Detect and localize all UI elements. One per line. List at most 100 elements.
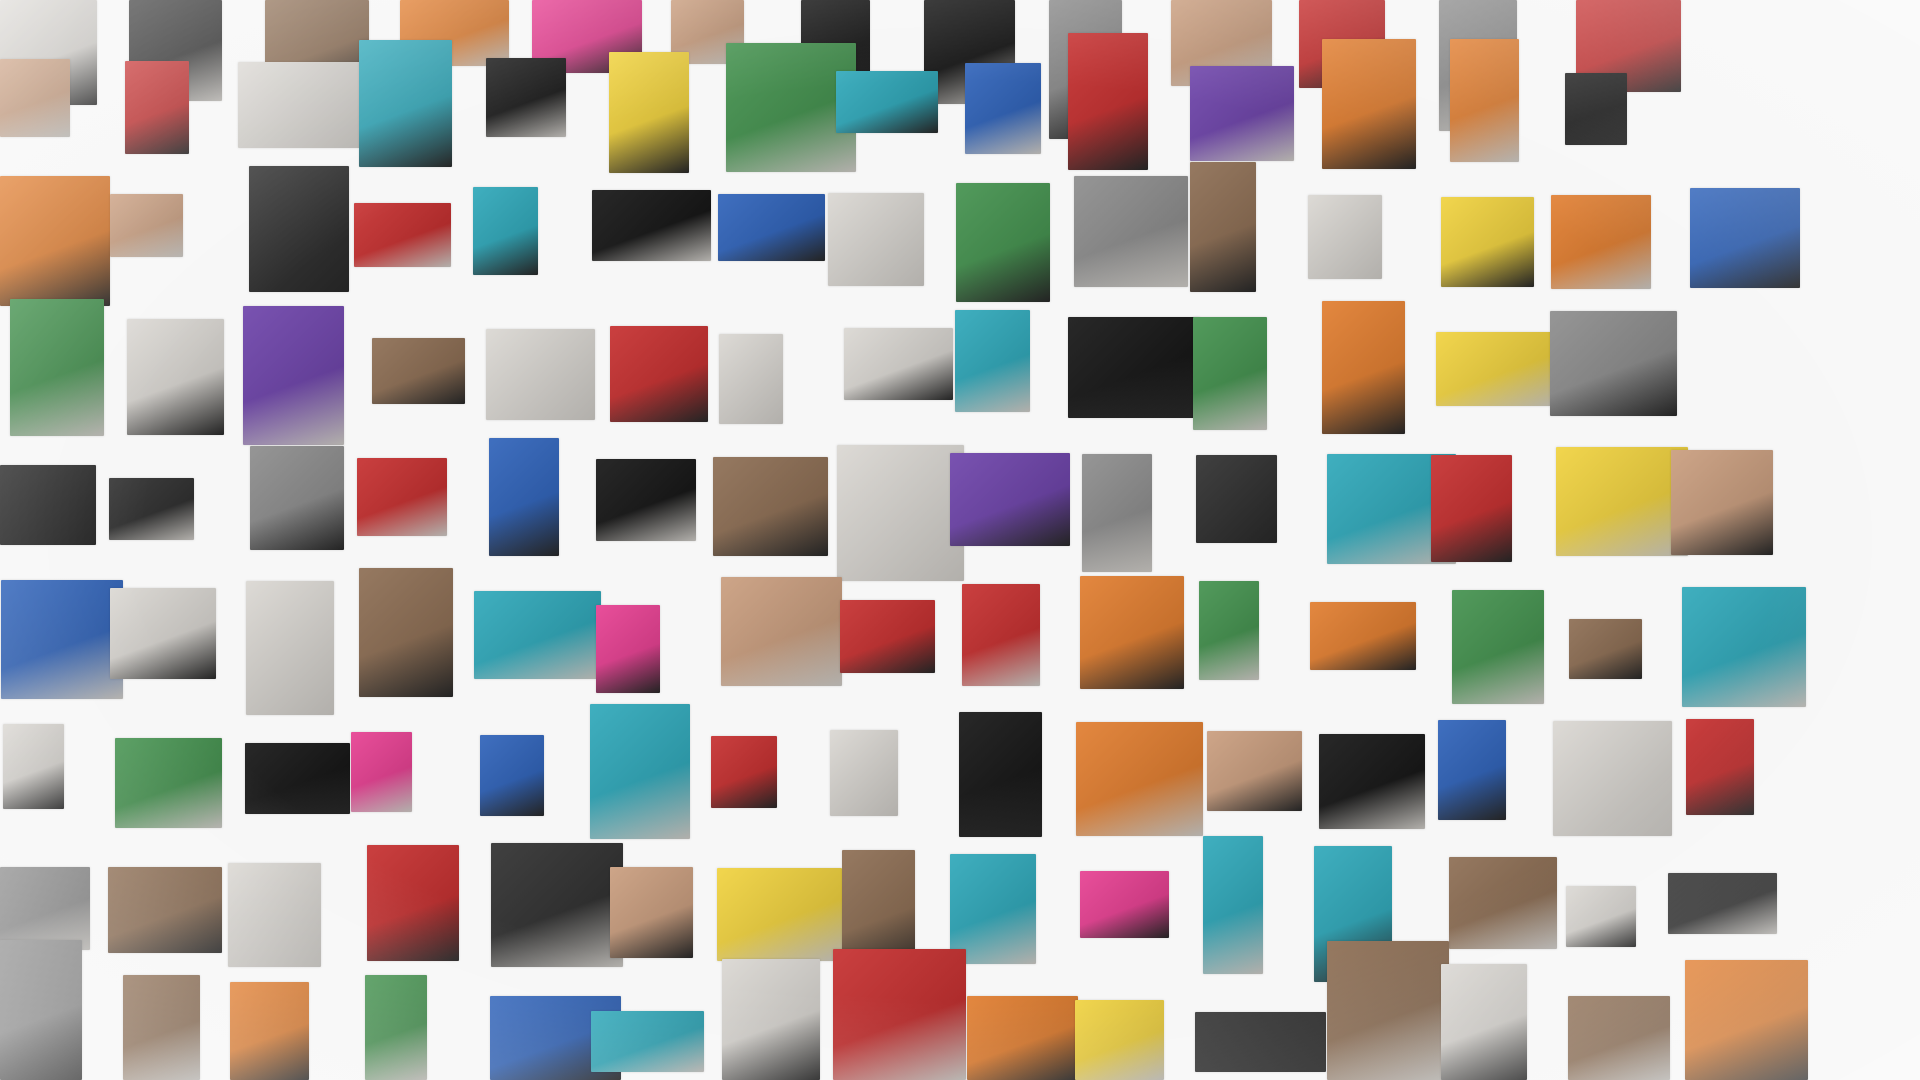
artwork-thumbnail[interactable]: [610, 867, 693, 958]
artwork-thumbnail[interactable]: [1075, 1000, 1164, 1080]
artwork-thumbnail[interactable]: [108, 867, 222, 953]
artwork-thumbnail[interactable]: [1553, 721, 1672, 836]
artwork-thumbnail[interactable]: [480, 735, 544, 816]
artwork-thumbnail[interactable]: [125, 61, 189, 154]
artwork-thumbnail[interactable]: [1080, 576, 1184, 689]
artwork-thumbnail[interactable]: [486, 329, 595, 420]
artwork-thumbnail[interactable]: [3, 724, 64, 809]
artwork-thumbnail[interactable]: [833, 949, 966, 1080]
artwork-thumbnail[interactable]: [965, 63, 1041, 154]
artwork-thumbnail[interactable]: [1452, 590, 1544, 704]
artwork-thumbnail[interactable]: [0, 465, 96, 545]
artwork-thumbnail[interactable]: [109, 478, 194, 540]
artwork-thumbnail[interactable]: [1199, 581, 1259, 680]
artwork-thumbnail[interactable]: [713, 457, 828, 556]
artwork-thumbnail[interactable]: [474, 591, 601, 679]
artwork-thumbnail[interactable]: [127, 319, 224, 435]
artwork-thumbnail[interactable]: [238, 62, 370, 148]
artwork-thumbnail[interactable]: [246, 581, 334, 715]
artwork-thumbnail[interactable]: [1450, 39, 1519, 162]
artwork-thumbnail[interactable]: [228, 863, 321, 967]
artwork-thumbnail[interactable]: [489, 438, 559, 556]
artwork-thumbnail[interactable]: [0, 867, 90, 950]
artwork-thumbnail[interactable]: [1, 580, 123, 699]
artwork-thumbnail[interactable]: [1319, 734, 1425, 829]
artwork-thumbnail[interactable]: [962, 584, 1040, 686]
artwork-thumbnail[interactable]: [830, 730, 898, 816]
artwork-thumbnail[interactable]: [717, 868, 842, 961]
artwork-thumbnail[interactable]: [10, 299, 104, 436]
artwork-thumbnail[interactable]: [1569, 619, 1642, 679]
artwork-thumbnail[interactable]: [1550, 311, 1677, 416]
artwork-thumbnail[interactable]: [718, 194, 825, 261]
artwork-thumbnail[interactable]: [1195, 1012, 1326, 1072]
artwork-thumbnail[interactable]: [230, 982, 309, 1080]
artwork-thumbnail[interactable]: [1431, 455, 1512, 562]
artwork-thumbnail[interactable]: [354, 203, 451, 267]
artwork-thumbnail[interactable]: [245, 743, 350, 814]
artwork-thumbnail[interactable]: [110, 194, 183, 257]
artwork-thumbnail[interactable]: [357, 458, 447, 536]
artwork-thumbnail[interactable]: [1441, 964, 1527, 1080]
artwork-thumbnail[interactable]: [1551, 195, 1651, 289]
artwork-thumbnail[interactable]: [123, 975, 200, 1080]
artwork-thumbnail[interactable]: [610, 326, 708, 422]
artwork-thumbnail[interactable]: [1438, 720, 1506, 820]
artwork-thumbnail[interactable]: [1682, 587, 1806, 707]
artwork-thumbnail[interactable]: [1436, 332, 1558, 406]
artwork-thumbnail[interactable]: [591, 1011, 704, 1072]
artwork-thumbnail[interactable]: [372, 338, 465, 404]
artwork-thumbnail[interactable]: [1203, 836, 1263, 974]
artwork-thumbnail[interactable]: [1671, 450, 1773, 555]
artwork-thumbnail[interactable]: [1322, 39, 1416, 169]
artwork-thumbnail[interactable]: [837, 445, 964, 581]
artwork-thumbnail[interactable]: [1441, 197, 1534, 287]
artwork-thumbnail[interactable]: [365, 975, 427, 1080]
artwork-thumbnail[interactable]: [1556, 447, 1688, 556]
artwork-thumbnail[interactable]: [359, 568, 453, 697]
artwork-thumbnail[interactable]: [0, 940, 82, 1080]
artwork-thumbnail[interactable]: [359, 40, 452, 167]
artwork-thumbnail[interactable]: [1308, 195, 1382, 279]
artwork-thumbnail[interactable]: [1207, 731, 1302, 811]
artwork-thumbnail[interactable]: [721, 577, 842, 686]
artwork-thumbnail[interactable]: [967, 996, 1078, 1080]
artwork-thumbnail[interactable]: [249, 166, 349, 292]
artwork-thumbnail[interactable]: [955, 310, 1030, 412]
artwork-thumbnail[interactable]: [473, 187, 538, 275]
artwork-thumbnail[interactable]: [596, 459, 696, 541]
artwork-thumbnail[interactable]: [956, 183, 1050, 302]
artwork-thumbnail[interactable]: [719, 334, 783, 424]
artwork-thumbnail[interactable]: [491, 843, 623, 967]
artwork-thumbnail[interactable]: [1068, 317, 1200, 418]
artwork-thumbnail[interactable]: [1690, 188, 1800, 288]
artwork-thumbnail[interactable]: [1196, 455, 1277, 543]
artwork-thumbnail[interactable]: [351, 732, 412, 812]
artwork-thumbnail[interactable]: [950, 453, 1070, 546]
artwork-thumbnail[interactable]: [1193, 317, 1267, 430]
artwork-thumbnail[interactable]: [1568, 996, 1670, 1080]
artwork-thumbnail[interactable]: [711, 736, 777, 808]
artwork-thumbnail[interactable]: [1076, 722, 1203, 836]
artwork-thumbnail[interactable]: [1080, 871, 1169, 938]
artwork-thumbnail[interactable]: [959, 712, 1042, 837]
artwork-thumbnail[interactable]: [486, 58, 566, 137]
artwork-thumbnail[interactable]: [1327, 941, 1449, 1080]
artwork-thumbnail[interactable]: [1685, 960, 1808, 1080]
artwork-thumbnail[interactable]: [1322, 301, 1405, 434]
artwork-thumbnail[interactable]: [0, 176, 110, 306]
artwork-thumbnail[interactable]: [844, 328, 953, 400]
artwork-thumbnail[interactable]: [250, 446, 344, 550]
artwork-thumbnail[interactable]: [950, 854, 1036, 964]
artwork-thumbnail[interactable]: [590, 704, 690, 839]
artwork-thumbnail[interactable]: [1068, 33, 1148, 170]
artwork-thumbnail[interactable]: [592, 190, 711, 261]
artwork-thumbnail[interactable]: [1449, 857, 1557, 949]
artwork-thumbnail[interactable]: [115, 738, 222, 828]
artwork-thumbnail[interactable]: [722, 959, 820, 1080]
artwork-thumbnail[interactable]: [0, 59, 70, 137]
artwork-thumbnail[interactable]: [1190, 66, 1294, 161]
artwork-thumbnail[interactable]: [828, 193, 924, 286]
artwork-thumbnail[interactable]: [110, 588, 216, 679]
artwork-thumbnail[interactable]: [840, 600, 935, 673]
